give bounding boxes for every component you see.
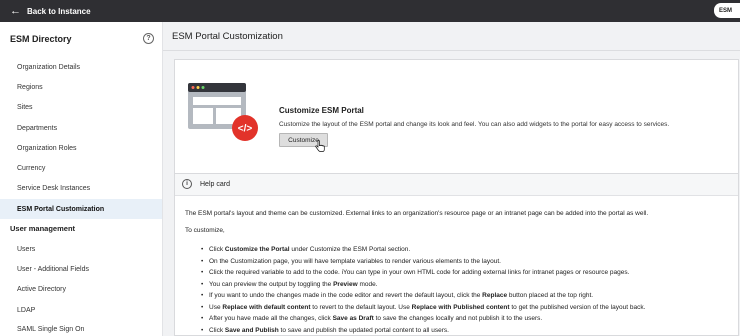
sidebar-item-esm-portal-customization[interactable]: ESM Portal Customization bbox=[0, 199, 162, 219]
sidebar-title: ESM Directory bbox=[10, 34, 72, 44]
esm-chip[interactable]: ESM bbox=[714, 3, 740, 18]
sidebar-item-ldap[interactable]: LDAP bbox=[0, 300, 162, 320]
back-label: Back to Instance bbox=[27, 6, 91, 16]
help-card-intro: The ESM portal's layout and theme can be… bbox=[185, 210, 649, 217]
sidebar-item-organization-roles[interactable]: Organization Roles bbox=[0, 138, 162, 158]
help-step-emphasis: Save and Publish bbox=[224, 326, 279, 334]
sidebar-item-regions[interactable]: Regions bbox=[0, 77, 162, 97]
help-step-text: to revert to the default layout. Use bbox=[310, 303, 412, 311]
customize-portal-card: </> Customize ESM Portal Customize the l… bbox=[174, 59, 739, 180]
help-step-text: Use bbox=[209, 303, 223, 311]
help-card: i Help card The ESM portal's layout and … bbox=[174, 173, 739, 336]
hand-cursor-icon bbox=[315, 140, 325, 152]
help-step: Click the required variable to add to th… bbox=[201, 267, 645, 279]
help-step-text: Click the required variable to add to th… bbox=[209, 269, 630, 276]
help-step-emphasis: Replace with default content bbox=[222, 303, 311, 311]
help-step: On the Customization page, you will have… bbox=[201, 256, 645, 268]
help-step-text: On the Customization page, you will have… bbox=[209, 257, 501, 265]
arrow-left-icon: ← bbox=[10, 5, 21, 17]
sidebar-item-saml-single-sign-on[interactable]: SAML Single Sign On bbox=[0, 319, 162, 336]
help-step-text: If you want to undo the changes made in … bbox=[209, 292, 483, 299]
help-step-emphasis: Preview bbox=[333, 280, 358, 288]
help-step-text: to save the changes locally and not publ… bbox=[373, 315, 543, 322]
help-step: Use Replace with default content to reve… bbox=[201, 302, 646, 314]
help-step-text: After you have made all the changes, cli… bbox=[209, 315, 333, 322]
sidebar-item-currency[interactable]: Currency bbox=[0, 158, 162, 178]
sidebar-item-active-directory[interactable]: Active Directory bbox=[0, 279, 162, 299]
sidebar-item-user-additional-fields[interactable]: User - Additional Fields bbox=[0, 259, 162, 279]
sidebar-item-users[interactable]: Users bbox=[0, 239, 162, 259]
help-step-emphasis: Replace with Published content bbox=[411, 303, 510, 311]
main-content: ESM Portal Customization </> Customize E… bbox=[163, 22, 740, 336]
help-step-text: under Customize the ESM Portal section. bbox=[289, 246, 411, 253]
sidebar: ESM Directory ? Organization Details Reg… bbox=[0, 22, 163, 336]
help-icon[interactable]: ? bbox=[143, 33, 154, 44]
top-bar: ← Back to Instance ESM bbox=[0, 0, 740, 22]
help-step-text: Click bbox=[209, 246, 225, 253]
back-to-instance-button[interactable]: ← Back to Instance bbox=[10, 4, 91, 18]
code-badge-icon: </> bbox=[238, 124, 253, 135]
sidebar-item-service-desk-instances[interactable]: Service Desk Instances bbox=[0, 178, 162, 198]
help-step: You can preview the output by toggling t… bbox=[201, 279, 645, 291]
help-step-text: You can preview the output by toggling t… bbox=[209, 280, 334, 288]
help-step: If you want to undo the changes made in … bbox=[201, 290, 645, 302]
page-title: ESM Portal Customization bbox=[172, 31, 283, 42]
sidebar-item-departments[interactable]: Departments bbox=[0, 118, 162, 138]
sidebar-item-organization-details[interactable]: Organization Details bbox=[0, 57, 162, 77]
help-step-emphasis: Save as Draft bbox=[332, 315, 374, 322]
portal-illustration: </> bbox=[188, 83, 258, 141]
sidebar-item-sites[interactable]: Sites bbox=[0, 97, 162, 117]
customize-card-title: Customize ESM Portal bbox=[279, 106, 364, 115]
help-step-text: to get the published version of the layo… bbox=[509, 303, 646, 311]
help-step-text: button placed at the top right. bbox=[507, 292, 594, 299]
help-step: After you have made all the changes, cli… bbox=[201, 313, 645, 325]
sidebar-section-user-management: User management bbox=[10, 224, 76, 233]
help-step-text: Click bbox=[209, 326, 225, 334]
info-icon: i bbox=[182, 179, 192, 189]
customize-card-description: Customize the layout of the ESM portal a… bbox=[279, 121, 670, 128]
help-step-text: to save and publish the updated portal c… bbox=[278, 326, 449, 334]
help-steps-list: Click Customize the Portal under Customi… bbox=[201, 244, 646, 336]
help-step: Click Customize the Portal under Customi… bbox=[201, 244, 645, 256]
help-step-emphasis: Customize the Portal bbox=[224, 246, 290, 253]
help-card-header: i Help card bbox=[175, 174, 738, 196]
title-divider bbox=[163, 50, 740, 51]
help-step: Click Save and Publish to save and publi… bbox=[201, 325, 645, 336]
help-step-emphasis: Replace bbox=[482, 292, 508, 299]
help-step-text: mode. bbox=[357, 280, 378, 288]
help-card-subhead: To customize, bbox=[185, 227, 225, 234]
help-card-title: Help card bbox=[200, 181, 230, 188]
